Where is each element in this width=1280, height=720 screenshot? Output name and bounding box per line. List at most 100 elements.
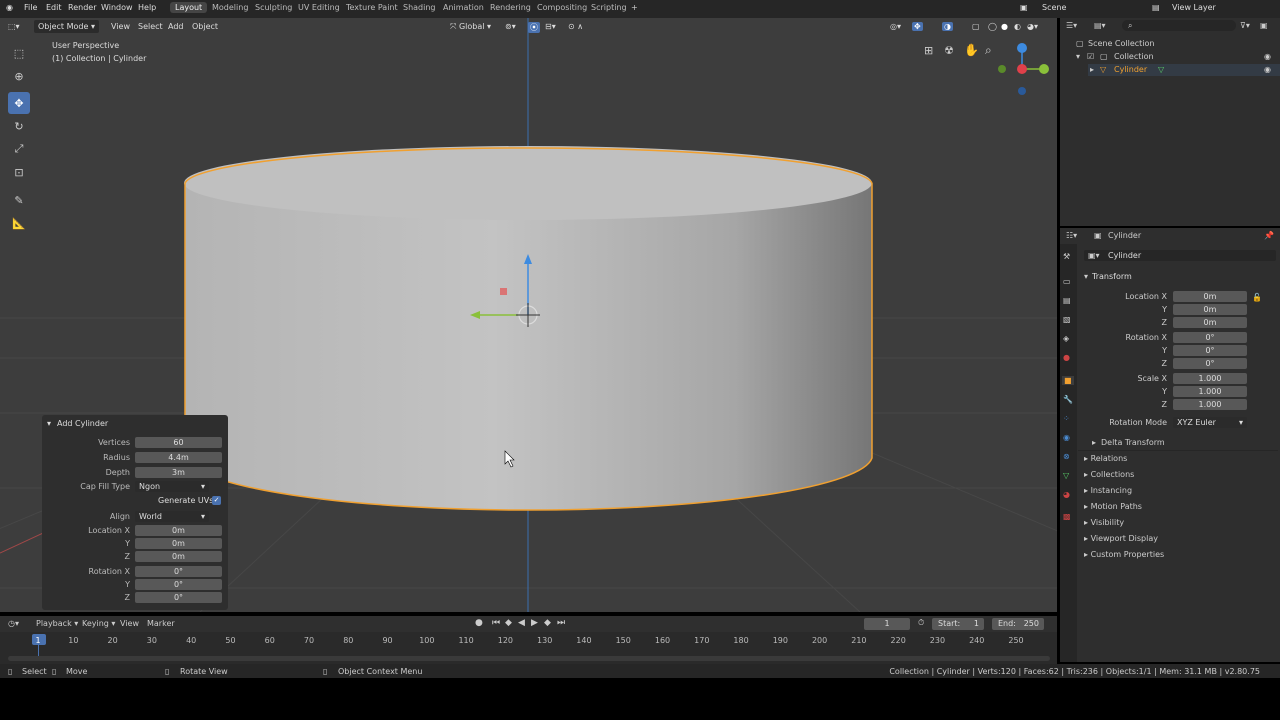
menu-keying[interactable]: Keying ▾ [82, 619, 115, 628]
cap-fill-dropdown[interactable]: Ngon ▾ [135, 481, 209, 492]
menu-view[interactable]: View [111, 22, 130, 31]
texture-tab-icon[interactable]: ▩ [1063, 512, 1071, 521]
radius-field[interactable]: 4.4m [135, 452, 222, 463]
rendered-shading-icon[interactable]: ◕▾ [1027, 22, 1038, 31]
prop-rotation-z-field[interactable]: 0° [1173, 358, 1247, 369]
jump-end-icon[interactable]: ⏭ [557, 618, 565, 628]
filter-icon[interactable]: ⊽▾ [1240, 21, 1250, 30]
panel-custom-properties[interactable]: ▸ Custom Properties [1084, 550, 1164, 559]
end-frame-field[interactable]: End: 250 [992, 618, 1044, 630]
transform-tool-icon[interactable]: ⊡ [8, 161, 30, 183]
snap-target-icon[interactable]: ⊟▾ [545, 22, 556, 31]
location-z-field[interactable]: 0m [135, 551, 222, 562]
move-tool-icon[interactable]: ✥ [8, 92, 30, 114]
transform-panel-title[interactable]: Transform [1092, 272, 1132, 281]
wireframe-shading-icon[interactable]: ◯ [988, 22, 997, 31]
expand-chevron-icon[interactable]: ▾ [1076, 52, 1080, 61]
tab-animation[interactable]: Animation [443, 3, 484, 12]
tool-tab-icon[interactable]: ⚒ [1063, 252, 1070, 261]
rotation-z-field[interactable]: 0° [135, 592, 222, 603]
navigation-axes-gizmo[interactable] [998, 43, 1049, 95]
eye-icon[interactable]: ◉ [1264, 52, 1271, 61]
tab-scripting[interactable]: Scripting [591, 3, 627, 12]
delta-transform-panel[interactable]: Delta Transform [1101, 438, 1165, 447]
new-collection-icon[interactable]: ▣ [1260, 21, 1268, 30]
panel-visibility[interactable]: ▸ Visibility [1084, 518, 1124, 527]
pivot-icon[interactable]: ⊚▾ [505, 22, 516, 31]
rotation-y-field[interactable]: 0° [135, 579, 222, 590]
menu-marker[interactable]: Marker [147, 619, 175, 628]
align-dropdown[interactable]: World ▾ [135, 511, 209, 522]
lock-icon[interactable]: 🔓 [1252, 291, 1272, 304]
rotation-x-field[interactable]: 0° [135, 566, 222, 577]
prop-location-z-field[interactable]: 0m [1173, 317, 1247, 328]
view-layer-selector[interactable]: View Layer [1172, 3, 1216, 12]
mesh-data-icon[interactable]: ▽ [1158, 65, 1164, 74]
scene-selector[interactable]: Scene [1042, 3, 1066, 12]
properties-editor-type-icon[interactable]: ☷▾ [1066, 231, 1077, 240]
prop-rotation-x-field[interactable]: 0° [1173, 332, 1247, 343]
tab-rendering[interactable]: Rendering [490, 3, 531, 12]
prop-rotation-y-field[interactable]: 0° [1173, 345, 1247, 356]
outliner-editor-type-icon[interactable]: ☰▾ [1066, 21, 1077, 30]
transform-collapse-icon[interactable]: ▾ [1084, 272, 1088, 281]
tab-texture-paint[interactable]: Texture Paint [346, 3, 398, 12]
tab-uv-editing[interactable]: UV Editing [298, 3, 340, 12]
gizmo-toggle-icon[interactable]: ✥ [912, 22, 923, 31]
panel-relations[interactable]: ▸ Relations [1084, 454, 1127, 463]
start-frame-field[interactable]: Start: 1 [932, 618, 984, 630]
rotate-tool-icon[interactable]: ↻ [8, 115, 30, 137]
current-frame-field[interactable]: 1 [864, 618, 910, 630]
prop-location-x-field[interactable]: 0m [1173, 291, 1247, 302]
camera-view-icon[interactable]: ⊞ [924, 44, 933, 57]
object-name-field[interactable]: ▣▾ Cylinder [1084, 250, 1276, 261]
timeline-scrollbar[interactable] [8, 656, 1050, 661]
snap-toggle-icon[interactable]: ⦿ [528, 22, 540, 33]
menu-render[interactable]: Render [68, 3, 96, 12]
panel-collections[interactable]: ▸ Collections [1084, 470, 1134, 479]
measure-tool-icon[interactable]: 📐 [8, 212, 30, 234]
menu-window[interactable]: Window [101, 3, 133, 12]
menu-view-timeline[interactable]: View [120, 619, 139, 628]
tab-sculpting[interactable]: Sculpting [255, 3, 292, 12]
blender-logo-icon[interactable]: ◉ [6, 3, 13, 12]
select-box-tool-icon[interactable]: ⬚ [8, 42, 30, 64]
physics-tab-icon[interactable]: ◉ [1063, 433, 1070, 442]
rotation-mode-dropdown[interactable]: XYZ Euler ▾ [1173, 417, 1247, 428]
prop-location-y-field[interactable]: 0m [1173, 304, 1247, 315]
menu-add[interactable]: Add [168, 22, 184, 31]
prop-scale-x-field[interactable]: 1.000 [1173, 373, 1247, 384]
overlay-toggle-icon[interactable]: ◑ [942, 22, 953, 31]
play-icon[interactable]: ▶ [531, 618, 538, 628]
generate-uvs-checkbox[interactable]: ✓ [212, 496, 221, 505]
transform-orientation-selector[interactable]: ⤧ Global ▾ [450, 22, 491, 32]
editor-type-icon[interactable]: ⬚▾ [8, 22, 20, 31]
outliner-collection[interactable]: Collection [1114, 52, 1154, 61]
view-object-types-icon[interactable]: ◎▾ [890, 22, 901, 31]
material-shading-icon[interactable]: ◐ [1014, 22, 1021, 31]
menu-object[interactable]: Object [192, 22, 218, 31]
cursor-tool-icon[interactable]: ⊕ [8, 65, 30, 87]
play-reverse-icon[interactable]: ◀ [518, 618, 525, 628]
scale-tool-icon[interactable]: ⤢ [8, 138, 30, 160]
menu-file[interactable]: File [24, 3, 37, 12]
prev-keyframe-icon[interactable]: ◆ [505, 618, 512, 628]
toggle-camera-icon[interactable]: ☢ [944, 44, 954, 57]
outliner-scene-collection[interactable]: Scene Collection [1088, 39, 1155, 48]
prop-scale-z-field[interactable]: 1.000 [1173, 399, 1247, 410]
timeline-editor-type-icon[interactable]: ◷▾ [8, 619, 19, 628]
depth-field[interactable]: 3m [135, 467, 222, 478]
location-y-field[interactable]: 0m [135, 538, 222, 549]
menu-select[interactable]: Select [138, 22, 163, 31]
xray-toggle-icon[interactable]: ▢ [972, 22, 980, 31]
prop-scale-y-field[interactable]: 1.000 [1173, 386, 1247, 397]
vertices-field[interactable]: 60 [135, 437, 222, 448]
location-x-field[interactable]: 0m [135, 525, 222, 536]
panel-title[interactable]: Add Cylinder [57, 419, 108, 428]
panel-motion-paths[interactable]: ▸ Motion Paths [1084, 502, 1142, 511]
render-tab-icon[interactable]: ▭ [1063, 277, 1071, 286]
delta-collapse-icon[interactable]: ▸ [1092, 438, 1096, 447]
next-keyframe-icon[interactable]: ◆ [544, 618, 551, 628]
panel-viewport-display[interactable]: ▸ Viewport Display [1084, 534, 1158, 543]
tab-compositing[interactable]: Compositing [537, 3, 587, 12]
